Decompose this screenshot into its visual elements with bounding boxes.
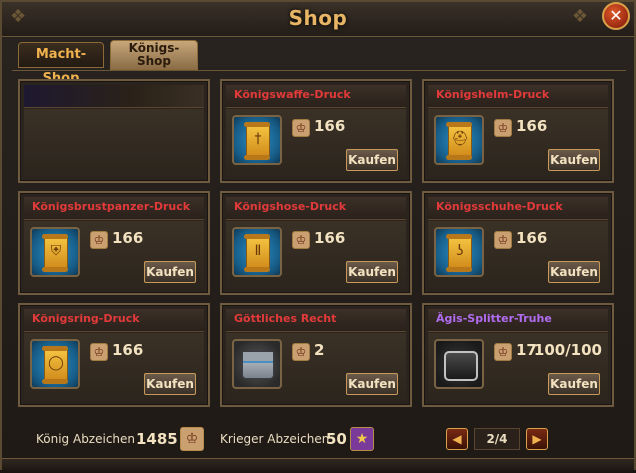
koenig-badge-value: 1485 xyxy=(136,430,178,448)
item-title: Königshose-Druck xyxy=(234,200,347,213)
item-price: 166 xyxy=(314,117,346,135)
item-grid: Königswaffe-Druck † ♔ 166 Kaufen Königsh… xyxy=(12,70,626,417)
item-card: Königshelm-Druck ⛑ ♔ 166 Kaufen xyxy=(422,79,614,183)
card-body: ʖ ♔ 166 Kaufen xyxy=(428,221,608,289)
item-card: Königsbrustpanzer-Druck ⛨ ♔ 166 Kaufen xyxy=(18,191,210,295)
king-badge-icon: ♔ xyxy=(292,231,310,249)
prev-page-button[interactable]: ◀ xyxy=(446,428,468,450)
item-card: Königsring-Druck ◯ ♔ 166 Kaufen xyxy=(18,303,210,407)
scroll-ring-icon[interactable]: ◯ xyxy=(30,339,80,389)
king-badge-icon: ♔ xyxy=(90,231,108,249)
card-header: Königsschuhe-Druck xyxy=(428,197,608,220)
card-header: Königsring-Druck xyxy=(24,309,204,332)
item-card: Königshose-Druck Ⅱ ♔ 166 Kaufen xyxy=(220,191,412,295)
king-badge-icon: ♔ xyxy=(494,231,512,249)
card-body: ♔ 2 Kaufen xyxy=(226,333,406,401)
item-title: Königsschuhe-Druck xyxy=(436,200,563,213)
buy-button[interactable]: Kaufen xyxy=(548,373,600,395)
item-card: Königswaffe-Druck † ♔ 166 Kaufen xyxy=(220,79,412,183)
king-badge-icon: ♔ xyxy=(292,343,310,361)
item-title: Königswaffe-Druck xyxy=(234,88,351,101)
card-header: Königshose-Druck xyxy=(226,197,406,220)
card-header: Ägis-Splitter-Truhe xyxy=(428,309,608,332)
card-body: ◯ ♔ 166 Kaufen xyxy=(24,333,204,401)
title-bar: ❖ Shop ❖ ✕ xyxy=(2,2,634,37)
window-title: Shop xyxy=(288,6,348,30)
krieger-badge-label: Krieger Abzeichen xyxy=(220,432,330,446)
card-header: Göttliches Recht xyxy=(226,309,406,332)
chest-icon[interactable] xyxy=(232,339,282,389)
king-badge-icon: ♔ xyxy=(180,427,204,451)
card-body: Ⅱ ♔ 166 Kaufen xyxy=(226,221,406,289)
scroll-helmet-icon[interactable]: ⛑ xyxy=(434,115,484,165)
item-price: 166 xyxy=(516,117,548,135)
item-title: Königshelm-Druck xyxy=(436,88,550,101)
item-card-empty xyxy=(18,79,210,183)
item-card: Königsschuhe-Druck ʖ ♔ 166 Kaufen xyxy=(422,191,614,295)
card-header: Königswaffe-Druck xyxy=(226,85,406,108)
item-card: Göttliches Recht ♔ 2 Kaufen xyxy=(220,303,412,407)
king-badge-icon: ♔ xyxy=(494,343,512,361)
item-price: 166 xyxy=(314,229,346,247)
item-title: Ägis-Splitter-Truhe xyxy=(436,312,552,325)
scroll-weapon-icon[interactable]: † xyxy=(232,115,282,165)
item-price: 2 xyxy=(314,341,325,359)
scroll-pants-icon[interactable]: Ⅱ xyxy=(232,227,282,277)
king-badge-icon: ♔ xyxy=(90,343,108,361)
card-header xyxy=(24,85,204,108)
buy-button[interactable]: Kaufen xyxy=(346,261,398,283)
card-body: † ♔ 166 Kaufen xyxy=(226,109,406,177)
buy-button[interactable]: Kaufen xyxy=(346,149,398,171)
page-indicator: 2/4 xyxy=(474,428,520,450)
close-button[interactable]: ✕ xyxy=(602,2,630,30)
card-body: ⛑ ♔ 166 Kaufen xyxy=(428,109,608,177)
arrow-right-icon: ▶ xyxy=(532,432,542,446)
card-header: Königshelm-Druck xyxy=(428,85,608,108)
scroll-boots-icon[interactable]: ʖ xyxy=(434,227,484,277)
card-body: ♔ 17 100/100 Kaufen xyxy=(428,333,608,401)
next-page-button[interactable]: ▶ xyxy=(526,428,548,450)
close-icon: ✕ xyxy=(609,6,623,25)
item-price: 166 xyxy=(516,229,548,247)
buy-button[interactable]: Kaufen xyxy=(548,261,600,283)
krieger-badge-value: 50 xyxy=(326,430,347,448)
aegis-chest-icon[interactable] xyxy=(434,339,484,389)
item-stock: 100/100 xyxy=(533,341,602,359)
card-header: Königsbrustpanzer-Druck xyxy=(24,197,204,220)
koenig-badge-label: König Abzeichen xyxy=(36,432,136,446)
item-card: Ägis-Splitter-Truhe ♔ 17 100/100 Kaufen xyxy=(422,303,614,407)
warrior-star-icon: ★ xyxy=(350,427,374,451)
card-body xyxy=(24,109,204,177)
tab-macht-shop[interactable]: Macht-Shop xyxy=(18,42,104,86)
arrow-left-icon: ◀ xyxy=(452,432,462,446)
footer-bar: König Abzeichen 1485 ♔ Krieger Abzeichen… xyxy=(2,422,634,456)
buy-button[interactable]: Kaufen xyxy=(144,373,196,395)
ornament-right-icon: ❖ xyxy=(571,6,588,27)
buy-button[interactable]: Kaufen xyxy=(144,261,196,283)
shop-window: ❖ Shop ❖ ✕ Macht-Shop Königs- Shop König… xyxy=(0,0,636,473)
buy-button[interactable]: Kaufen xyxy=(548,149,600,171)
scroll-armor-icon[interactable]: ⛨ xyxy=(30,227,80,277)
card-body: ⛨ ♔ 166 Kaufen xyxy=(24,221,204,289)
item-price: 166 xyxy=(112,229,144,247)
item-title: Königsring-Druck xyxy=(32,312,140,325)
item-price: 166 xyxy=(112,341,144,359)
king-badge-icon: ♔ xyxy=(292,119,310,137)
buy-button[interactable]: Kaufen xyxy=(346,373,398,395)
item-title: Königsbrustpanzer-Druck xyxy=(32,200,191,213)
tab-koenigs-shop[interactable]: Königs- Shop xyxy=(110,40,198,70)
item-title: Göttliches Recht xyxy=(234,312,337,325)
bottom-frame xyxy=(2,458,634,473)
tab-koenigs-shop-label: Königs- Shop xyxy=(128,41,180,68)
king-badge-icon: ♔ xyxy=(494,119,512,137)
